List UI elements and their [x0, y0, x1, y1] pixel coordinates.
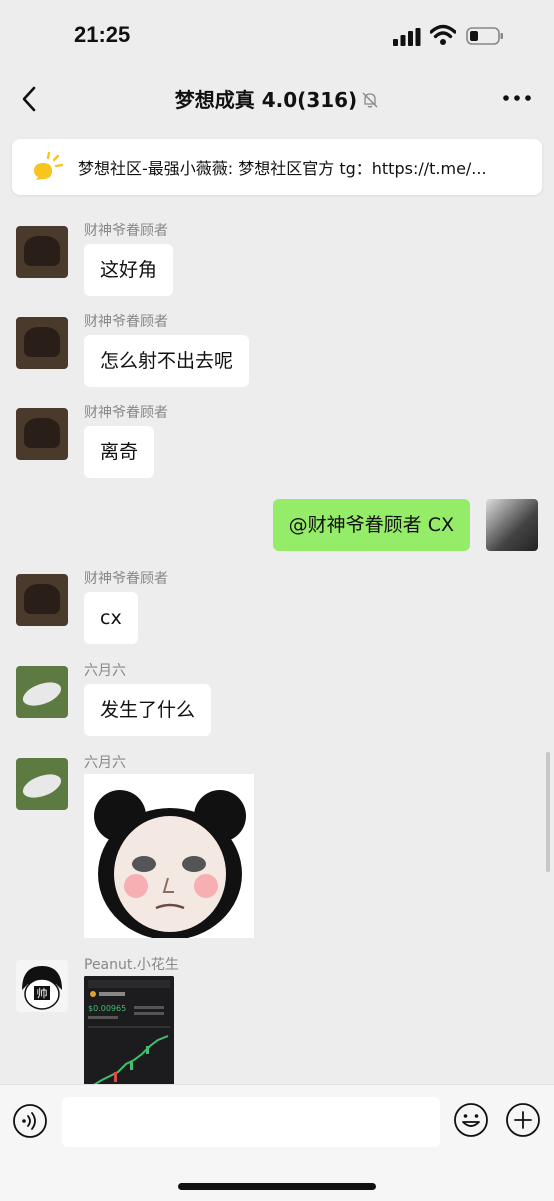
self-message-item: @财神爷眷顾者 CX	[0, 499, 554, 559]
chat-header: 梦想成真 4.0(316)	[0, 70, 554, 130]
group-notice[interactable]: 梦想社区-最强小薇薇: 梦想社区官方 tg：https://t.me/...	[12, 139, 542, 195]
plus-icon[interactable]	[505, 1102, 541, 1138]
sender-name: 财神爷眷顾者	[84, 571, 168, 587]
avatar[interactable]	[16, 226, 68, 278]
sender-name: 财神爷眷顾者	[84, 405, 168, 421]
message-bubble[interactable]: 怎么射不出去呢	[84, 335, 250, 387]
battery-icon	[466, 27, 503, 45]
emoji-icon[interactable]	[453, 1102, 489, 1138]
scrollbar[interactable]	[546, 752, 550, 872]
bell-muted-icon	[362, 92, 378, 108]
sender-name: 财神爷眷顾者	[84, 314, 168, 330]
avatar[interactable]	[16, 317, 68, 369]
wifi-icon	[430, 24, 456, 45]
chat-title[interactable]: 梦想成真 4.0(316)	[0, 84, 554, 113]
avatar[interactable]	[16, 758, 68, 810]
avatar[interactable]	[16, 408, 68, 460]
cartoon-avatar-icon: 帅	[16, 960, 68, 1012]
self-message-bubble[interactable]: @财神爷眷顾者 CX	[272, 499, 470, 551]
sender-name: 财神爷眷顾者	[84, 223, 168, 239]
chat-title-text: 梦想成真 4.0(316)	[174, 88, 358, 112]
status-bar: 21:25	[0, 0, 554, 70]
sender-name: 六月六	[84, 755, 126, 771]
avatar[interactable]	[16, 666, 68, 718]
home-indicator	[178, 1183, 376, 1190]
message-bubble[interactable]: 发生了什么	[84, 684, 212, 736]
input-bar	[0, 1084, 554, 1201]
avatar[interactable]: 帅	[16, 960, 68, 1012]
avatar-label: 帅	[37, 987, 48, 1000]
avatar[interactable]	[16, 574, 68, 626]
message-bubble[interactable]: 离奇	[84, 426, 155, 478]
voice-icon[interactable]	[12, 1103, 48, 1139]
screenshot-price: $0.00965	[88, 1004, 126, 1013]
message-bubble[interactable]: cx	[84, 592, 138, 644]
sticker-image[interactable]	[84, 774, 254, 940]
more-icon[interactable]	[500, 88, 534, 108]
message-input[interactable]	[62, 1097, 440, 1147]
message-bubble[interactable]: 这好角	[84, 244, 174, 296]
signal-icon	[393, 28, 421, 46]
panda-face-icon	[84, 774, 254, 940]
self-avatar[interactable]	[486, 499, 538, 551]
sender-name: Peanut.小花生	[84, 957, 179, 973]
notice-text: 梦想社区-最强小薇薇: 梦想社区官方 tg：https://t.me/...	[78, 159, 487, 178]
status-time: 21:25	[74, 22, 131, 47]
notice-icon	[34, 151, 64, 180]
sender-name: 六月六	[84, 663, 126, 679]
